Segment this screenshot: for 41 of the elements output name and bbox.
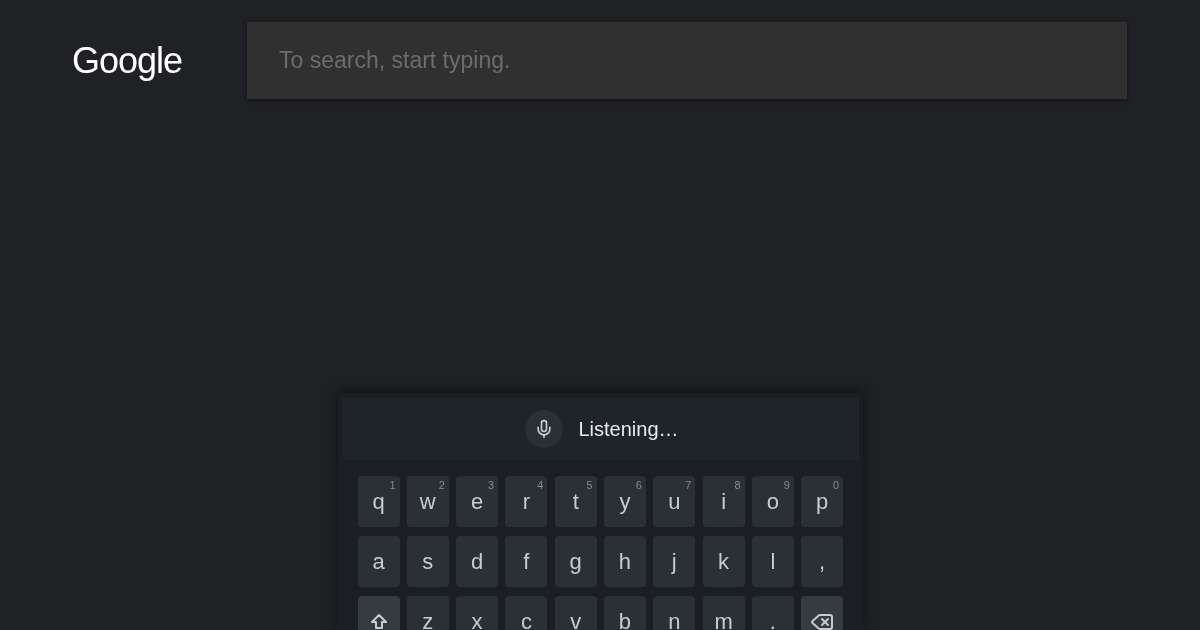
keyboard-key[interactable]: z	[406, 596, 449, 630]
logo: Google	[72, 42, 184, 79]
keyboard-key[interactable]: s	[406, 536, 449, 587]
search-field[interactable]: To search, start typing.	[247, 22, 1127, 99]
key-number-hint: 8	[734, 480, 741, 491]
keyboard-key[interactable]: i 8	[702, 476, 745, 527]
keyboard-key[interactable]: a	[357, 536, 400, 587]
key-number-hint: 0	[833, 480, 840, 491]
keyboard-key[interactable]: v	[554, 596, 597, 630]
keyboard-key[interactable]: u 7	[653, 476, 696, 527]
keyboard-key[interactable]: p 0	[801, 476, 844, 527]
keyboard-key[interactable]: g	[554, 536, 597, 587]
keyboard-key[interactable]: m	[702, 596, 745, 630]
keyboard-key[interactable]: d	[456, 536, 499, 587]
key-number-hint: 5	[586, 480, 593, 491]
keyboard-key[interactable]: b	[604, 596, 646, 630]
keyboard-key[interactable]: k	[702, 536, 745, 587]
keyboard-key[interactable]: f	[505, 536, 548, 587]
listening-status: Listening…	[578, 418, 679, 439]
keyboard-key[interactable]: t 5	[554, 476, 597, 527]
keyboard-key[interactable]: q 1	[357, 476, 400, 527]
keyboard-key[interactable]: j	[653, 536, 696, 587]
key-number-hint: 4	[537, 480, 544, 491]
keyboard-key[interactable]: h	[604, 536, 646, 587]
key-number-hint: 2	[438, 480, 445, 491]
keyboard-key[interactable]: c	[505, 596, 548, 630]
keyboard-key[interactable]: x	[456, 596, 499, 630]
keyboard-key[interactable]: l	[751, 536, 794, 587]
key-number-hint: 7	[685, 480, 692, 491]
key-number-hint: 6	[635, 480, 642, 491]
keyboard-key[interactable]: n	[653, 596, 696, 630]
keyboard-key[interactable]: o 9	[751, 476, 794, 527]
keyboard-key[interactable]: r 4	[505, 476, 548, 527]
key-number-hint: 9	[783, 480, 790, 491]
keyboard-key[interactable]: e 3	[456, 476, 499, 527]
keyboard-key[interactable]: ,	[801, 536, 844, 587]
key-number-hint: 1	[389, 480, 396, 491]
keyboard-key[interactable]: .	[751, 596, 794, 630]
keyboard-key[interactable]: w 2	[406, 476, 449, 527]
keyboard-key[interactable]: y 6	[604, 476, 646, 527]
key-number-hint: 3	[487, 480, 495, 491]
